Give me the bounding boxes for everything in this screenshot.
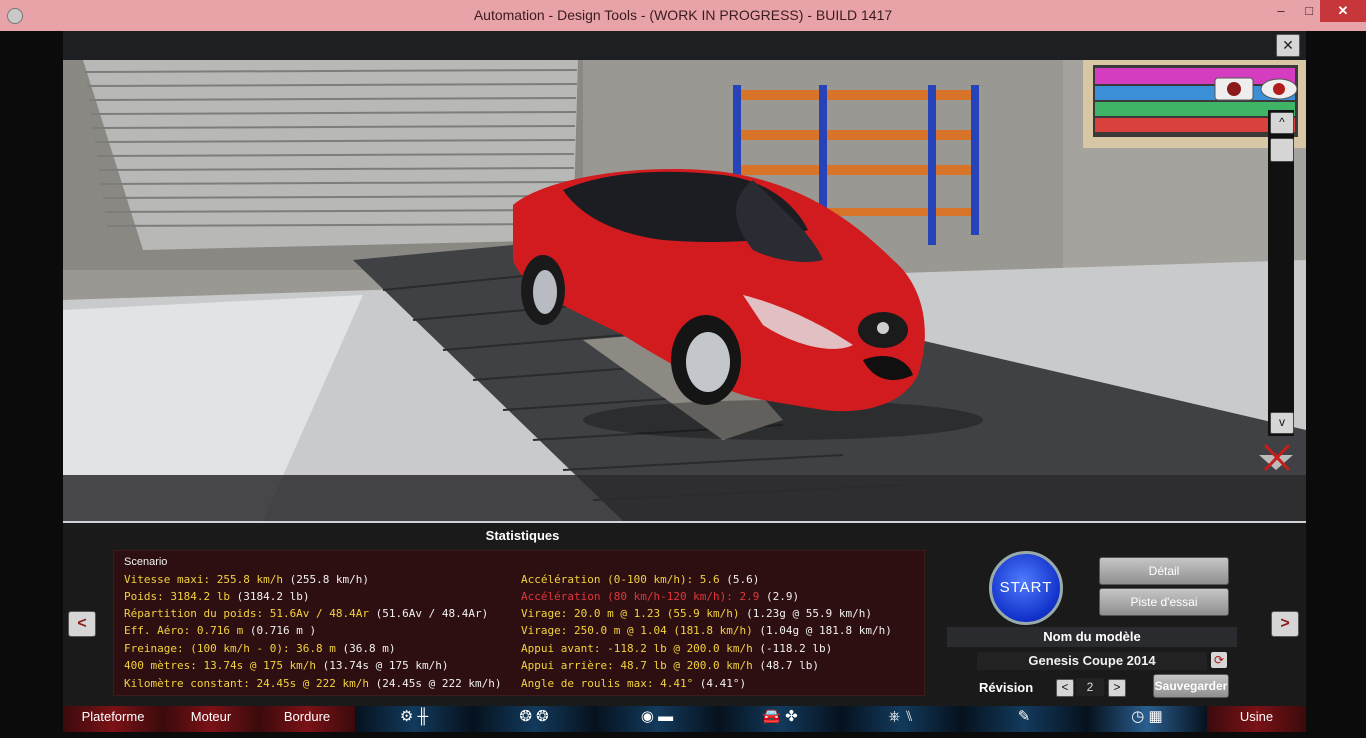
stat-row: Accélération (0-100 km/h): 5.6 (5.6) <box>521 573 760 586</box>
prev-arrow-button[interactable]: < <box>68 611 96 637</box>
stat-row: Freinage: (100 km/h - 0): 36.8 m (36.8 m… <box>124 642 396 655</box>
camera-icon[interactable] <box>1214 77 1254 101</box>
tab-drivetrain[interactable]: ◉ ▬ <box>595 706 719 732</box>
bottom-navbar: Plateforme Moteur Bordure ⚙ ╫ ❂ ❂ ◉ ▬ 🚘 … <box>63 706 1306 732</box>
tab-interior[interactable]: ⎈ ⑊ <box>841 706 961 732</box>
start-button[interactable]: START <box>989 551 1063 625</box>
model-name-header: Nom du modèle <box>947 627 1237 647</box>
next-arrow-button[interactable]: > <box>1271 611 1299 637</box>
engine-gearbox-icon: ⚙ ╫ <box>399 708 429 725</box>
zoom-down-button[interactable]: v <box>1270 412 1294 434</box>
stat-row: 400 mètres: 13.74s @ 175 km/h (13.74s @ … <box>124 659 449 672</box>
zoom-scrollbar[interactable]: ^ v <box>1268 110 1294 436</box>
maximize-button[interactable]: □ <box>1296 0 1322 22</box>
garage-shutter <box>83 60 578 250</box>
save-button[interactable]: Sauvegarder <box>1153 674 1229 698</box>
stat-row: Eff. Aéro: 0.716 m (0.716 m ) <box>124 624 317 637</box>
interior-icon: ⎈ ⑊ <box>888 708 914 725</box>
stat-row: Kilomètre constant: 24.45s @ 222 km/h (2… <box>124 677 502 690</box>
tab-test[interactable]: ◷ ▦ <box>1087 706 1207 732</box>
zoom-handle[interactable] <box>1270 138 1294 162</box>
stat-row: Accélération (80 km/h-120 km/h): 2.9 (2.… <box>521 590 800 603</box>
zoom-up-button[interactable]: ^ <box>1270 112 1294 134</box>
stat-row: Répartition du poids: 51.6Av / 48.4Ar (5… <box>124 607 489 620</box>
viewport-header <box>63 31 1306 60</box>
tab-plateforme[interactable]: Plateforme <box>63 706 163 732</box>
stats-box: Scenario Vitesse maxi: 255.8 km/h (255.8… <box>113 550 925 696</box>
stat-row: Angle de roulis max: 4.41° (4.41°) <box>521 677 747 690</box>
body-aero-icon: 🚘 ✤ <box>762 708 798 725</box>
tab-moteur[interactable]: Moteur <box>163 706 259 732</box>
window-close-button[interactable]: ✕ <box>1320 0 1366 22</box>
test-flag-icon: ◷ ▦ <box>1131 708 1163 725</box>
tab-tools[interactable]: ✎ <box>961 706 1087 732</box>
tools-icon: ✎ <box>1017 708 1031 725</box>
scenario-label: Scenario <box>124 556 168 568</box>
test-track-button[interactable]: Piste d'essai <box>1099 588 1229 616</box>
viewport-close-button[interactable]: ✕ <box>1276 34 1300 57</box>
stat-row: Appui arrière: 48.7 lb @ 200.0 km/h (48.… <box>521 659 820 672</box>
revision-label: Révision <box>979 680 1034 695</box>
eye-icon[interactable] <box>1260 78 1298 100</box>
revision-prev-button[interactable]: < <box>1056 679 1074 697</box>
tab-engine-gearbox[interactable]: ⚙ ╫ <box>355 706 473 732</box>
car-3d-viewport[interactable] <box>63 60 1306 521</box>
tab-suspension[interactable]: ❂ ❂ <box>473 706 595 732</box>
tab-usine[interactable]: Usine <box>1207 706 1306 732</box>
tab-bordure[interactable]: Bordure <box>259 706 355 732</box>
revision-value: 2 <box>1076 678 1104 696</box>
model-name-field[interactable]: Genesis Coupe 2014 <box>977 652 1207 670</box>
window-titlebar: Automation - Design Tools - (WORK IN PRO… <box>0 0 1366 31</box>
stat-row: Appui avant: -118.2 lb @ 200.0 km/h (-11… <box>521 642 833 655</box>
stat-row: Poids: 3184.2 lb (3184.2 lb) <box>124 590 310 603</box>
refresh-icon[interactable]: ⟳ <box>1211 652 1227 668</box>
stats-title: Statistiques <box>485 528 560 543</box>
minimize-button[interactable]: – <box>1268 0 1294 22</box>
drivetrain-icon: ◉ ▬ <box>640 708 674 725</box>
window-title: Automation - Design Tools - (WORK IN PRO… <box>473 7 893 23</box>
revision-next-button[interactable]: > <box>1108 679 1126 697</box>
stat-row: Vitesse maxi: 255.8 km/h (255.8 km/h) <box>124 573 370 586</box>
stat-row: Virage: 250.0 m @ 1.04 (181.8 km/h) (1.0… <box>521 624 892 637</box>
detail-button[interactable]: Détail <box>1099 557 1229 585</box>
stat-row: Virage: 20.0 m @ 1.23 (55.9 km/h) (1.23g… <box>521 607 872 620</box>
tab-body-aero[interactable]: 🚘 ✤ <box>719 706 841 732</box>
suspension-icon: ❂ ❂ <box>519 708 549 725</box>
